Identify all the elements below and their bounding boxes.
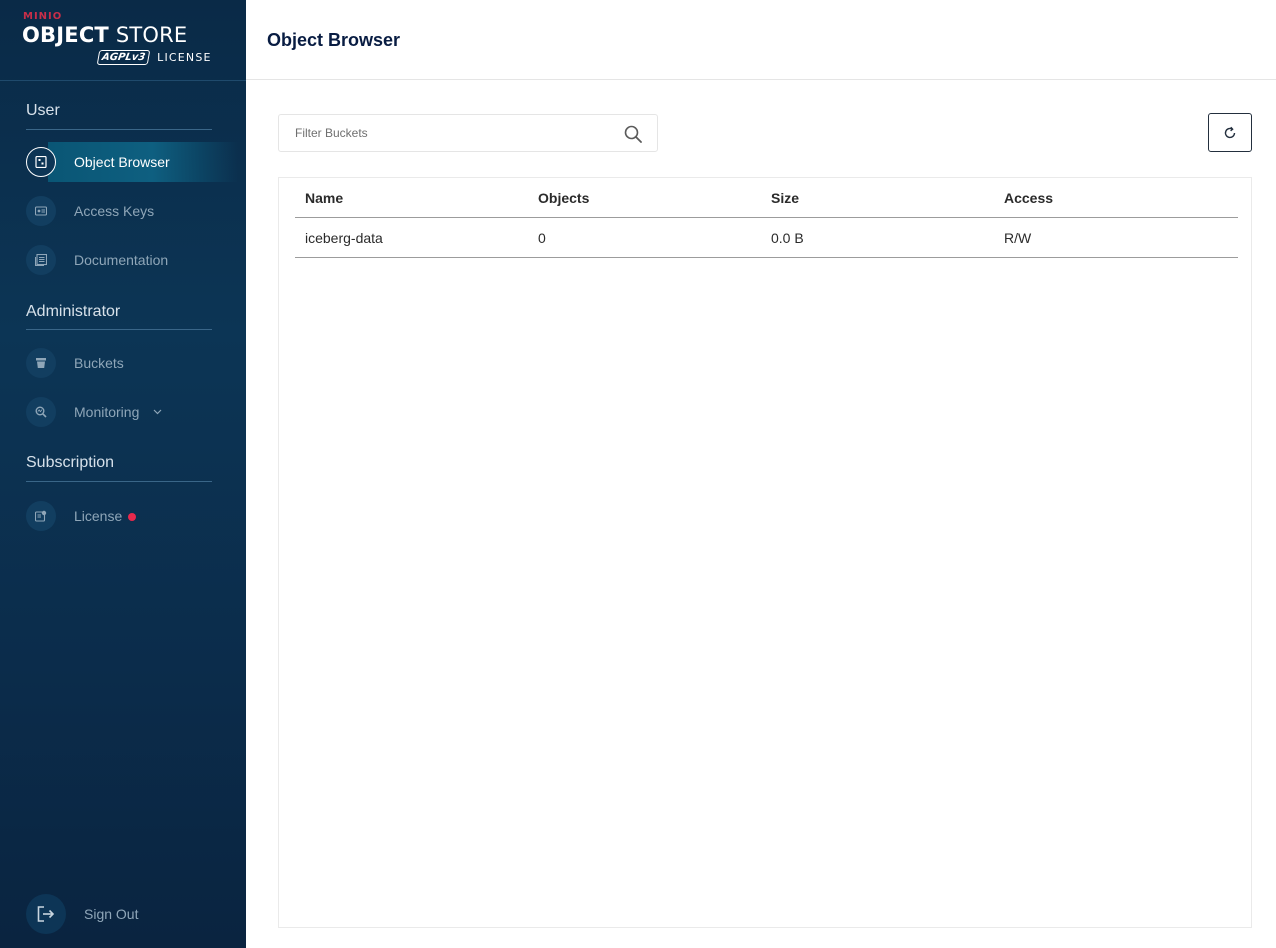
section-divider <box>26 329 212 330</box>
section-divider <box>26 481 212 482</box>
logo-license-text: LICENSE <box>157 51 212 64</box>
sidebar-item-object-browser[interactable]: Object Browser <box>26 142 238 182</box>
sidebar-item-license[interactable]: License <box>26 496 236 536</box>
sidebar-item-label: Buckets <box>74 355 124 371</box>
section-title-administrator: Administrator <box>26 303 121 320</box>
refresh-icon <box>1224 126 1236 138</box>
sign-out-icon <box>26 894 66 934</box>
sidebar-item-label: Monitoring <box>74 404 140 420</box>
minio-logo[interactable]: MINIO OBJECT STORE AGPLv3 LICENSE <box>22 10 222 70</box>
sidebar-item-access-keys[interactable]: Access Keys <box>26 191 236 231</box>
table-header: Name Objects Size Access <box>295 178 1238 218</box>
section-title-subscription: Subscription <box>26 454 115 471</box>
bucket-icon <box>26 348 56 378</box>
bucket-access: R/W <box>1004 229 1032 246</box>
license-alert-badge <box>128 513 137 521</box>
sign-out-button[interactable]: Sign Out <box>26 894 138 934</box>
logo-divider <box>0 80 246 81</box>
buckets-table-panel: Name Objects Size Access iceberg-data 0 … <box>278 177 1252 928</box>
column-header-name[interactable]: Name <box>295 190 528 206</box>
object-browser-icon <box>26 147 56 177</box>
bucket-name: iceberg-data <box>305 229 383 246</box>
column-header-size[interactable]: Size <box>761 190 994 206</box>
license-icon <box>26 501 56 531</box>
column-header-access[interactable]: Access <box>994 190 1227 206</box>
sidebar-item-label: Access Keys <box>74 203 155 219</box>
refresh-button[interactable] <box>1208 113 1252 152</box>
search-icon[interactable] <box>623 124 643 144</box>
filter-buckets-field <box>278 114 658 152</box>
sidebar-item-label: Object Browser <box>74 154 170 170</box>
logo-license-row: AGPLv3 LICENSE <box>96 50 212 65</box>
logo-brand: MINIO <box>23 11 63 22</box>
sidebar-item-label: Documentation <box>74 252 169 268</box>
monitoring-icon <box>26 397 56 427</box>
page-title: Object Browser <box>267 30 401 50</box>
section-divider <box>26 129 212 130</box>
filter-buckets-input[interactable] <box>279 115 619 151</box>
logo-product: OBJECT STORE <box>22 23 188 47</box>
chevron-down-icon[interactable] <box>153 407 162 418</box>
sidebar-item-buckets[interactable]: Buckets <box>26 343 236 383</box>
table-row[interactable]: iceberg-data 0 0.0 B R/W <box>295 218 1238 258</box>
sign-out-label: Sign Out <box>84 906 139 922</box>
agpl-badge: AGPLv3 <box>96 50 151 65</box>
bucket-size: 0.0 B <box>771 229 804 246</box>
sidebar: MINIO OBJECT STORE AGPLv3 LICENSE User O… <box>0 0 246 948</box>
buckets-table: Name Objects Size Access iceberg-data 0 … <box>295 178 1238 258</box>
sidebar-item-monitoring[interactable]: Monitoring <box>26 392 236 432</box>
documentation-icon <box>26 245 56 275</box>
bucket-objects: 0 <box>538 229 546 246</box>
sidebar-item-documentation[interactable]: Documentation <box>26 240 236 280</box>
section-title-user: User <box>26 102 60 119</box>
access-keys-icon <box>26 196 56 226</box>
sidebar-item-label: License <box>74 508 123 524</box>
column-header-objects[interactable]: Objects <box>528 190 761 206</box>
page-header: Object Browser <box>246 0 1276 80</box>
